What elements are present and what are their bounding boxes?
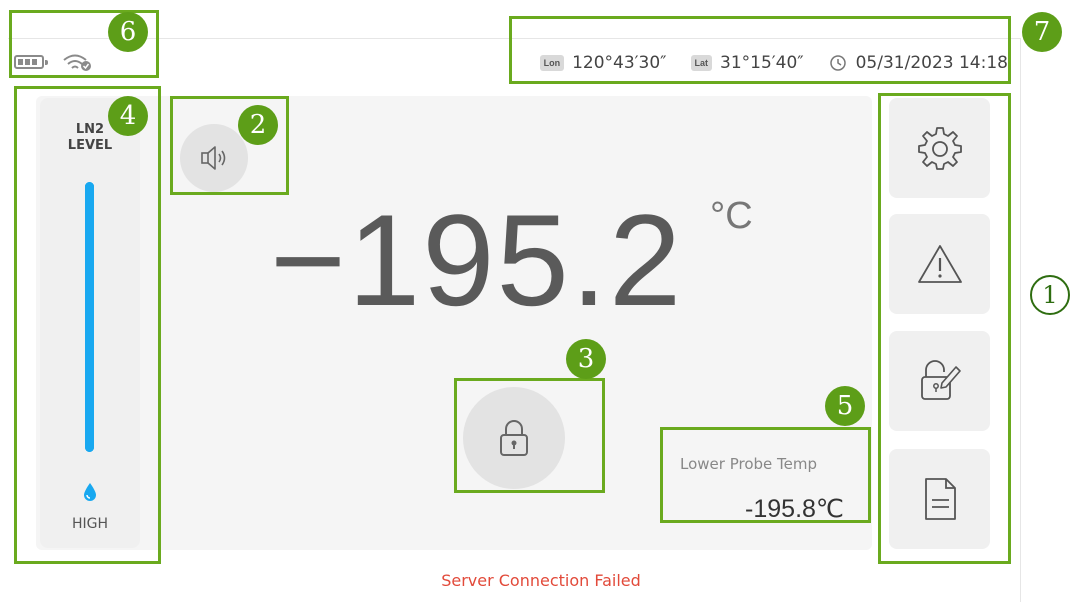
annotation-box-lock: [454, 378, 605, 493]
annotation-badge-3: 3: [566, 339, 606, 379]
annotation-badge-4: 4: [108, 96, 148, 136]
annotation-box-ln2: [14, 86, 161, 564]
annotation-box-side-menu: [878, 93, 1011, 564]
main-temperature-value: −195.2: [270, 187, 684, 333]
annotation-badge-2: 2: [238, 105, 278, 145]
annotation-badge-5: 5: [825, 386, 865, 426]
server-connection-error: Server Connection Failed: [441, 571, 641, 590]
annotation-box-probe: [660, 427, 871, 523]
annotation-badge-7: 7: [1022, 12, 1062, 52]
annotation-badge-6: 6: [108, 12, 148, 52]
annotation-box-location: [509, 16, 1011, 84]
temperature-unit: °C: [710, 195, 753, 237]
annotation-badge-1: 1: [1030, 275, 1070, 315]
